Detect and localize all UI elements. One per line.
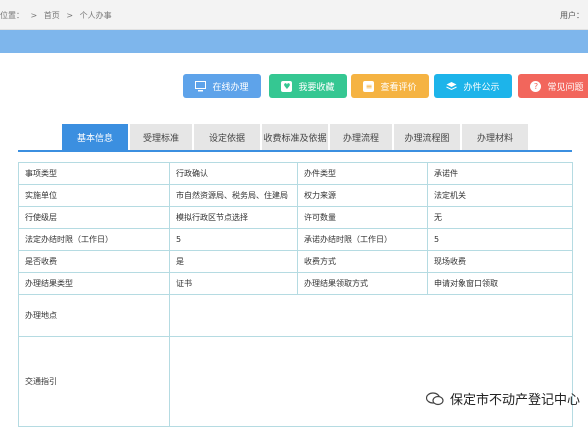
wechat-watermark: 保定市不动产登记中心 [425,389,580,408]
traffic-label: 交通指引 [18,336,170,427]
comment-icon: ≡ [363,80,375,92]
table-cell-label: 权力来源 [297,184,428,207]
favorite-button[interactable]: ♥ 我要收藏 [269,74,347,98]
table-cell-label: 实施单位 [18,184,170,207]
watermark-text: 保定市不动产登记中心 [449,393,580,408]
info-table: 事项类型 行政确认 办件类型 承诺件 实施单位 市自然资源局、税务局、住建局 权… [18,162,573,427]
table-row-traffic: 交通指引 [18,336,573,427]
user-label: 用户： [560,11,584,20]
faq-button[interactable]: ? 常见问题 [518,74,588,98]
table-cell-value: 5 [427,228,573,251]
table-cell-value: 市自然资源局、税务局、住建局 [169,184,298,207]
tab-process-chart[interactable]: 办理流程图 [394,124,460,150]
traffic-value [169,336,573,427]
breadcrumb-home-link[interactable]: 首页 [44,11,60,20]
view-review-button[interactable]: ≡ 查看评价 [351,74,429,98]
table-cell-label: 许可数量 [297,206,428,229]
wechat-icon [425,391,444,406]
table-row-location: 办理地点 [18,294,573,337]
table-cell-label: 办理结果领取方式 [297,272,428,295]
online-handle-button[interactable]: 在线办理 [183,74,261,98]
question-icon: ? [530,80,542,92]
table-cell-value: 现场收费 [427,250,573,273]
action-label: 我要收藏 [298,82,335,93]
table-cell-label: 行使级层 [18,206,170,229]
monitor-icon [195,80,207,92]
table-cell-label: 法定办结时限（工作日） [18,228,170,251]
tab-basic-info[interactable]: 基本信息 [62,124,128,150]
action-label: 在线办理 [212,82,249,93]
tab-legal-basis[interactable]: 设定依据 [194,124,260,150]
heart-icon: ♥ [281,80,293,92]
table-cell-value: 是 [169,250,298,273]
table-row: 法定办结时限（工作日） 5 承诺办结时限（工作日） 5 [18,228,573,251]
tab-fee-standard[interactable]: 收费标准及依据 [262,124,328,150]
breadcrumb-separator: > [66,11,74,20]
tab-materials[interactable]: 办理材料 [462,124,528,150]
table-cell-value: 法定机关 [427,184,573,207]
table-row: 是否收费 是 收费方式 现场收费 [18,250,573,273]
table-cell-value: 行政确认 [169,162,298,185]
action-label: 常见问题 [547,82,584,93]
table-cell-label: 是否收费 [18,250,170,273]
table-cell-value: 承诺件 [427,162,573,185]
table-cell-value: 5 [169,228,298,251]
layers-icon [446,81,458,92]
top-bar: 位置： > 首页 > 个人办事 用户： [0,0,588,30]
case-publicity-button[interactable]: 办件公示 [434,74,512,98]
table-cell-label: 办件类型 [297,162,428,185]
table-row: 实施单位 市自然资源局、税务局、住建局 权力来源 法定机关 [18,184,573,207]
header-banner [0,30,588,53]
table-row: 事项类型 行政确认 办件类型 承诺件 [18,162,573,185]
location-label: 办理地点 [18,294,170,337]
table-row: 行使级层 模拟行政区节点选择 许可数量 无 [18,206,573,229]
breadcrumb-location-label: 位置： [0,11,24,20]
table-cell-value: 模拟行政区节点选择 [169,206,298,229]
tab-underline [18,150,572,152]
breadcrumb-separator: > [30,11,38,20]
action-label: 查看评价 [380,82,417,93]
table-cell-value: 无 [427,206,573,229]
location-value [169,294,573,337]
tab-acceptance-standard[interactable]: 受理标准 [130,124,192,150]
action-label: 办件公示 [463,82,500,93]
breadcrumb: 位置： > 首页 > 个人办事 [0,10,116,21]
breadcrumb-current: 个人办事 [79,11,112,20]
table-cell-label: 承诺办结时限（工作日） [297,228,428,251]
table-cell-label: 事项类型 [18,162,170,185]
table-cell-value: 证书 [169,272,298,295]
table-cell-label: 办理结果类型 [18,272,170,295]
table-cell-value: 申请对象窗口领取 [427,272,573,295]
tab-process[interactable]: 办理流程 [330,124,392,150]
table-cell-label: 收费方式 [297,250,428,273]
table-row: 办理结果类型 证书 办理结果领取方式 申请对象窗口领取 [18,272,573,295]
